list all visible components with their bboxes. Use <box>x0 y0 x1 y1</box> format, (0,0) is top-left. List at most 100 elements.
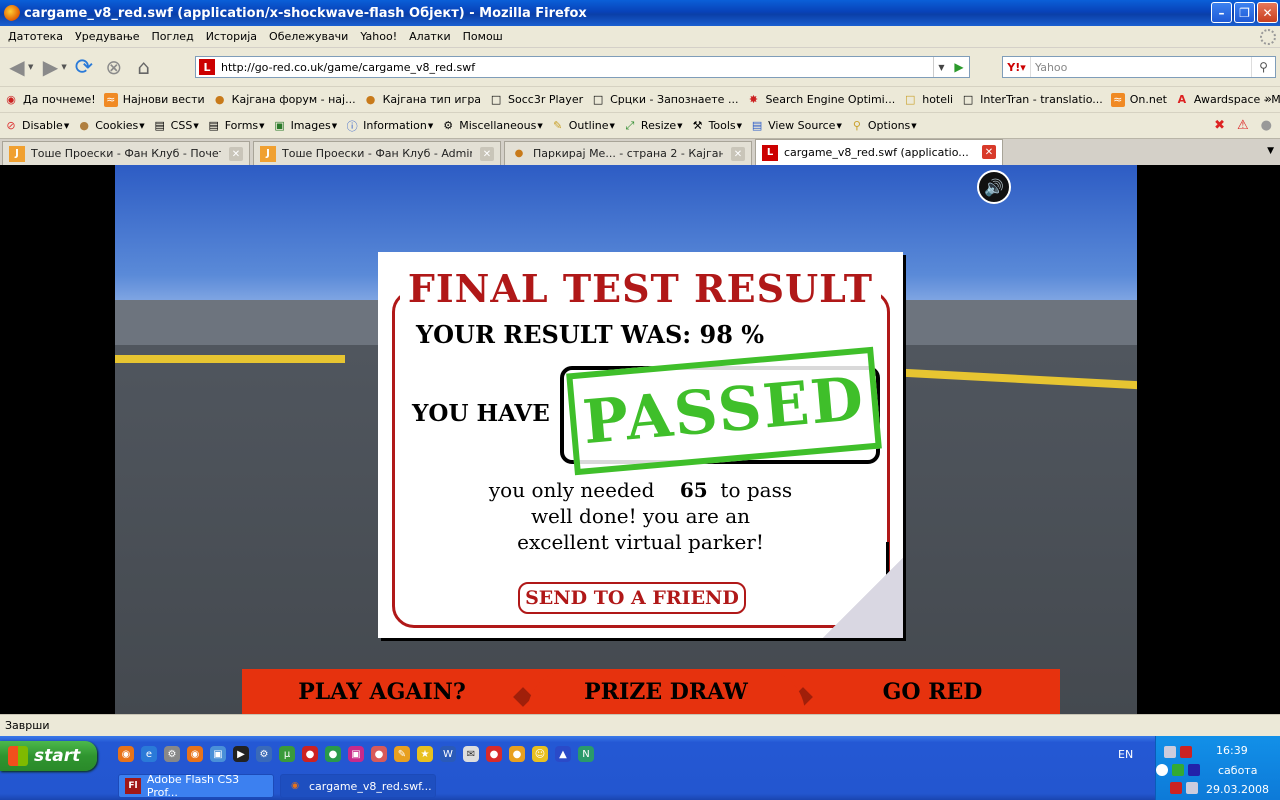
menu-edit[interactable]: Уредување <box>69 30 145 43</box>
bookmark-item[interactable]: ✸ Search Engine Optimi... <box>746 93 895 107</box>
app-icon[interactable]: N <box>578 746 594 762</box>
app-icon[interactable]: ⚙ <box>164 746 180 762</box>
tab-close-icon[interactable]: ✕ <box>229 147 243 161</box>
messenger-icon[interactable] <box>1172 764 1184 776</box>
dev-images-menu[interactable]: ▣ Images ▼ <box>273 119 337 133</box>
bluetooth-icon[interactable]: ▲ <box>555 746 571 762</box>
menu-view[interactable]: Поглед <box>146 30 200 43</box>
send-to-friend-button[interactable]: SEND TO A FRIEND <box>518 582 746 614</box>
messenger-icon[interactable]: ☺ <box>532 746 548 762</box>
firefox-icon[interactable]: ◉ <box>187 746 203 762</box>
menu-tools[interactable]: Алатки <box>403 30 457 43</box>
back-history-dropdown[interactable]: ▼ <box>28 63 33 71</box>
network-icon[interactable] <box>1180 746 1192 758</box>
app-icon[interactable]: ● <box>486 746 502 762</box>
dev-forms-menu[interactable]: ▤ Forms ▼ <box>207 119 265 133</box>
internet-explorer-icon[interactable]: e <box>141 746 157 762</box>
forward-button[interactable]: ▶ <box>37 54 63 80</box>
search-icon[interactable]: ⚲ <box>1251 57 1275 77</box>
forward-history-dropdown[interactable]: ▼ <box>61 63 66 71</box>
flash-game[interactable]: 🔊 FINAL TEST RESULT YOUR RESULT WAS: 98 … <box>115 165 1137 714</box>
bookmark-item[interactable]: □ Socc3r Player <box>489 93 583 107</box>
mail-icon[interactable]: ✉ <box>463 746 479 762</box>
go-button[interactable]: ▶ <box>949 57 969 77</box>
torrent-icon[interactable]: μ <box>279 746 295 762</box>
app-icon[interactable]: ● <box>325 746 341 762</box>
warning-icon[interactable]: ⚠ <box>1237 118 1249 133</box>
settings-icon[interactable]: ⚙ <box>256 746 272 762</box>
app-icon[interactable]: ● <box>302 746 318 762</box>
taskbar-item-flash[interactable]: Fl Adobe Flash CS3 Prof... <box>118 773 274 799</box>
dev-miscellaneous-menu[interactable]: ⚙ Miscellaneous ▼ <box>441 119 542 133</box>
expand-tray-icon[interactable] <box>1156 764 1168 776</box>
bookmark-item[interactable]: ≈ On.net <box>1110 92 1167 107</box>
word-icon[interactable]: W <box>440 746 456 762</box>
info-gray-icon[interactable]: ● <box>1261 118 1272 133</box>
network-icon[interactable] <box>1164 746 1176 758</box>
maximize-button[interactable]: ❐ <box>1234 2 1255 23</box>
dev-resize-menu[interactable]: ⤢ Resize ▼ <box>623 119 683 133</box>
bookmark-item[interactable]: ◉ Да почнеме! <box>4 93 96 107</box>
tab-item[interactable]: Ј Тоше Проески - Фан Клуб - Почетна ✕ <box>2 141 250 165</box>
language-indicator[interactable]: EN <box>1118 748 1133 761</box>
menu-yahoo[interactable]: Yahoo! <box>354 30 403 43</box>
menu-history[interactable]: Историја <box>200 30 263 43</box>
play-again-button[interactable]: PLAY AGAIN? <box>242 669 522 714</box>
menu-bookmarks[interactable]: Обележувачи <box>263 30 354 43</box>
tab-close-icon[interactable]: ✕ <box>982 145 996 159</box>
menu-help[interactable]: Помош <box>457 30 509 43</box>
dev-options-menu[interactable]: ⚲ Options ▼ <box>850 119 917 133</box>
taskbar-item-firefox[interactable]: ◉ cargame_v8_red.swf... <box>280 774 436 798</box>
tab-item[interactable]: Ј Тоше Проески - Фан Клуб - Administr...… <box>253 141 501 165</box>
back-button[interactable]: ◀ <box>4 54 30 80</box>
bookmark-item[interactable]: ● Кајгана форум - нај... <box>213 93 356 107</box>
display-icon[interactable] <box>1186 782 1198 794</box>
dev-disable-menu[interactable]: ⊘ Disable ▼ <box>4 119 69 133</box>
dev-tools-menu[interactable]: ⚒ Tools ▼ <box>691 119 742 133</box>
clock-time[interactable]: 16:39 <box>1216 744 1248 757</box>
url-text[interactable]: http://go-red.co.uk/game/cargame_v8_red.… <box>221 61 475 74</box>
prize-draw-button[interactable]: PRIZE DRAW <box>527 669 805 714</box>
bookmark-item[interactable]: ≈ Најнови вести <box>103 92 205 107</box>
bookmark-item[interactable]: □ hoteli <box>903 93 953 107</box>
tab-item[interactable]: ● Паркирај Ме... - страна 2 - Кајгана ..… <box>504 141 752 165</box>
yahoo-engine-icon[interactable]: Y!▾ <box>1003 57 1031 77</box>
bookmark-item[interactable]: □ InterTran - translatio... <box>961 93 1103 107</box>
media-icon[interactable]: ▶ <box>233 746 249 762</box>
minimize-button[interactable]: – <box>1211 2 1232 23</box>
app-icon[interactable]: ✎ <box>394 746 410 762</box>
sound-icon[interactable]: 🔊 <box>977 170 1011 204</box>
search-input[interactable]: Yahoo <box>1035 61 1067 74</box>
dev-outline-menu[interactable]: ✎ Outline ▼ <box>551 119 615 133</box>
tab-close-icon[interactable]: ✕ <box>731 147 745 161</box>
start-button[interactable]: start <box>0 741 97 771</box>
home-button[interactable]: ⌂ <box>131 54 157 80</box>
bluetooth-icon[interactable] <box>1188 764 1200 776</box>
app-icon[interactable]: ● <box>371 746 387 762</box>
bookmark-item[interactable]: ● Кајгана тип игра <box>364 93 481 107</box>
reload-button[interactable]: ⟳ <box>71 54 97 80</box>
address-bar[interactable]: L http://go-red.co.uk/game/cargame_v8_re… <box>195 56 970 78</box>
bookmark-item[interactable]: □ Срцки - Запознаете ... <box>591 93 739 107</box>
stop-button[interactable]: ⊗ <box>101 54 127 80</box>
dev-information-menu[interactable]: ⓘ Information ▼ <box>345 119 434 133</box>
tab-list-dropdown-icon[interactable]: ▼ <box>1267 146 1274 156</box>
close-button[interactable]: ✕ <box>1257 2 1278 23</box>
dev-view-source-menu[interactable]: ▤ View Source ▼ <box>750 119 842 133</box>
app-icon[interactable]: ▣ <box>348 746 364 762</box>
tab-item-active[interactable]: L cargame_v8_red.swf (applicatio... ✕ <box>755 139 1003 165</box>
tab-close-icon[interactable]: ✕ <box>480 147 494 161</box>
antivirus-icon[interactable] <box>1170 782 1182 794</box>
firefox-icon[interactable]: ◉ <box>118 746 134 762</box>
bookmarks-overflow-chevron-icon[interactable]: » <box>1265 92 1272 106</box>
url-history-dropdown[interactable]: ▼ <box>933 57 949 77</box>
search-box[interactable]: Y!▾ Yahoo ⚲ <box>1002 56 1276 78</box>
app-icon[interactable]: ★ <box>417 746 433 762</box>
dev-css-menu[interactable]: ▤ CSS ▼ <box>153 119 198 133</box>
app-icon[interactable]: ▣ <box>210 746 226 762</box>
dev-cookies-menu[interactable]: ● Cookies ▼ <box>77 119 144 133</box>
window-title-bar[interactable]: cargame_v8_red.swf (application/x-shockw… <box>0 0 1280 26</box>
error-close-icon[interactable]: ✖ <box>1214 118 1225 133</box>
menu-file[interactable]: Датотека <box>2 30 69 43</box>
go-red-button[interactable]: GO RED <box>805 669 1060 714</box>
